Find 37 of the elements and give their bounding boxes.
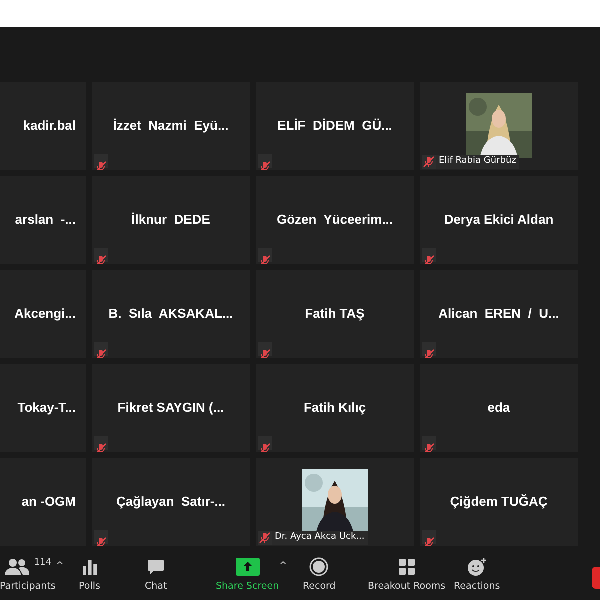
- participant-name: Elif Rabia Gürbüz: [439, 155, 516, 168]
- toolbar-button[interactable]: Share Screen: [216, 557, 280, 594]
- caret-button[interactable]: ^: [279, 559, 288, 594]
- toolbar-button[interactable]: Reactions: [454, 557, 500, 594]
- participant-name: Gözen Yüceerim...: [276, 211, 394, 230]
- participants-icon: [4, 557, 30, 577]
- participant-name: Derya Ekici Aldan: [444, 211, 554, 230]
- toolbar-button[interactable]: 114 Participants: [0, 557, 56, 594]
- participant-count: 114: [34, 557, 52, 570]
- chat-bubble-icon: [146, 557, 166, 577]
- participant-name: B. Sıla AKSAKAL...: [108, 305, 234, 324]
- participant-name: Fatih Kılıç: [304, 399, 366, 418]
- participant-name: Fikret SAYGIN (...: [118, 399, 224, 418]
- end-button[interactable]: [592, 567, 600, 589]
- participant-name: Akcengi...: [14, 305, 76, 324]
- toolbar-button[interactable]: Breakout Rooms: [368, 557, 446, 594]
- participant-name: arslan -...: [15, 211, 76, 230]
- participant-name: an -OGM: [22, 493, 76, 512]
- participant-name: Çiğdem TUĞAÇ: [450, 493, 548, 512]
- participant-name: Tokay-T...: [18, 399, 76, 418]
- participant-name: kadir.bal: [23, 117, 76, 136]
- participant-name: ELİF DİDEM GÜ...: [278, 117, 392, 136]
- toolbar-button[interactable]: Chat: [145, 557, 168, 594]
- participant-name: eda: [488, 399, 510, 418]
- caret-button[interactable]: ^: [56, 559, 64, 574]
- participant-name: Çağlayan Satır-...: [116, 493, 226, 512]
- smiley-icon: [466, 557, 488, 577]
- toolbar-button[interactable]: Polls: [79, 557, 100, 594]
- participant-name: Fatih TAŞ: [305, 305, 365, 324]
- participant-name: İzzet Nazmi Eyü...: [113, 117, 229, 136]
- participant-name: Dr. Ayca Akca Uck...: [275, 531, 365, 544]
- participant-name: İlknur DEDE: [132, 211, 210, 230]
- toolbar-button[interactable]: Record: [303, 557, 336, 594]
- participant-name: Alican EREN / U...: [438, 305, 560, 324]
- share-screen-icon: [236, 557, 260, 577]
- grid-icon: [396, 557, 417, 577]
- record-icon: [309, 557, 330, 577]
